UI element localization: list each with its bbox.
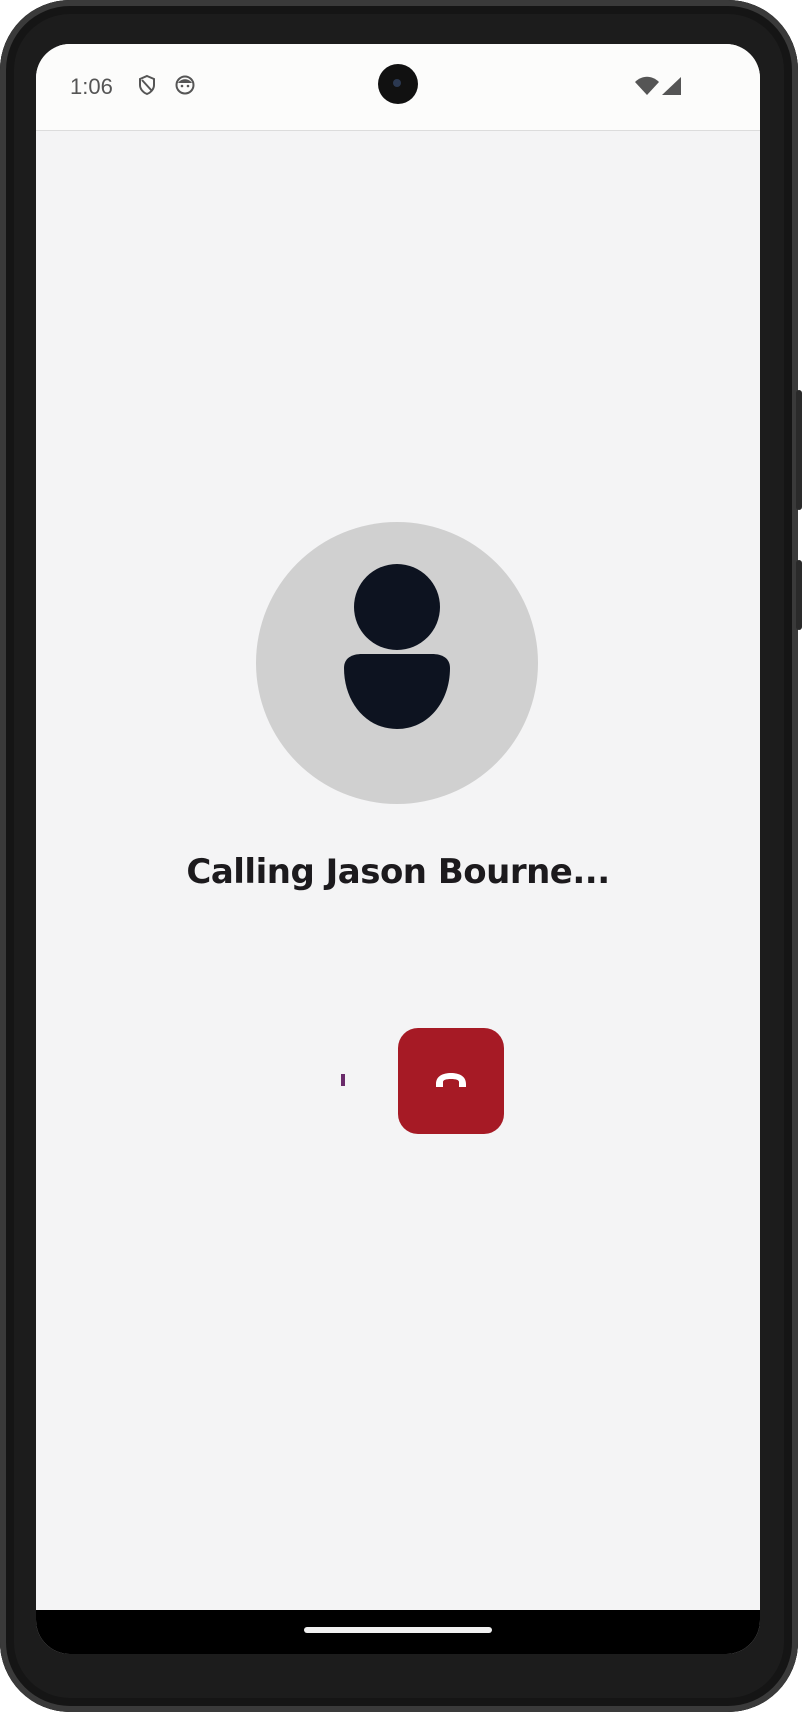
status-time: 1:06 — [70, 74, 113, 99]
phone-hangup-icon — [436, 1073, 466, 1087]
cell-signal-icon — [660, 76, 682, 101]
person-icon — [344, 564, 450, 729]
phone-frame: 1:06 Calling Jason Bourne... — [0, 0, 802, 1712]
status-bar: 1:06 — [36, 44, 760, 131]
contact-avatar — [256, 522, 538, 804]
home-gesture-handle[interactable] — [304, 1627, 492, 1633]
power-button — [796, 560, 802, 630]
loading-indicator — [341, 1074, 345, 1086]
screen: 1:06 Calling Jason Bourne... — [36, 44, 760, 1654]
end-call-button[interactable] — [398, 1028, 504, 1134]
shield-icon — [136, 74, 158, 101]
navigation-bar — [36, 1610, 760, 1654]
volume-button — [796, 390, 802, 510]
wifi-icon — [634, 76, 660, 101]
face-icon — [174, 74, 196, 101]
front-camera — [378, 64, 418, 104]
calling-status-text: Calling Jason Bourne... — [186, 852, 610, 892]
